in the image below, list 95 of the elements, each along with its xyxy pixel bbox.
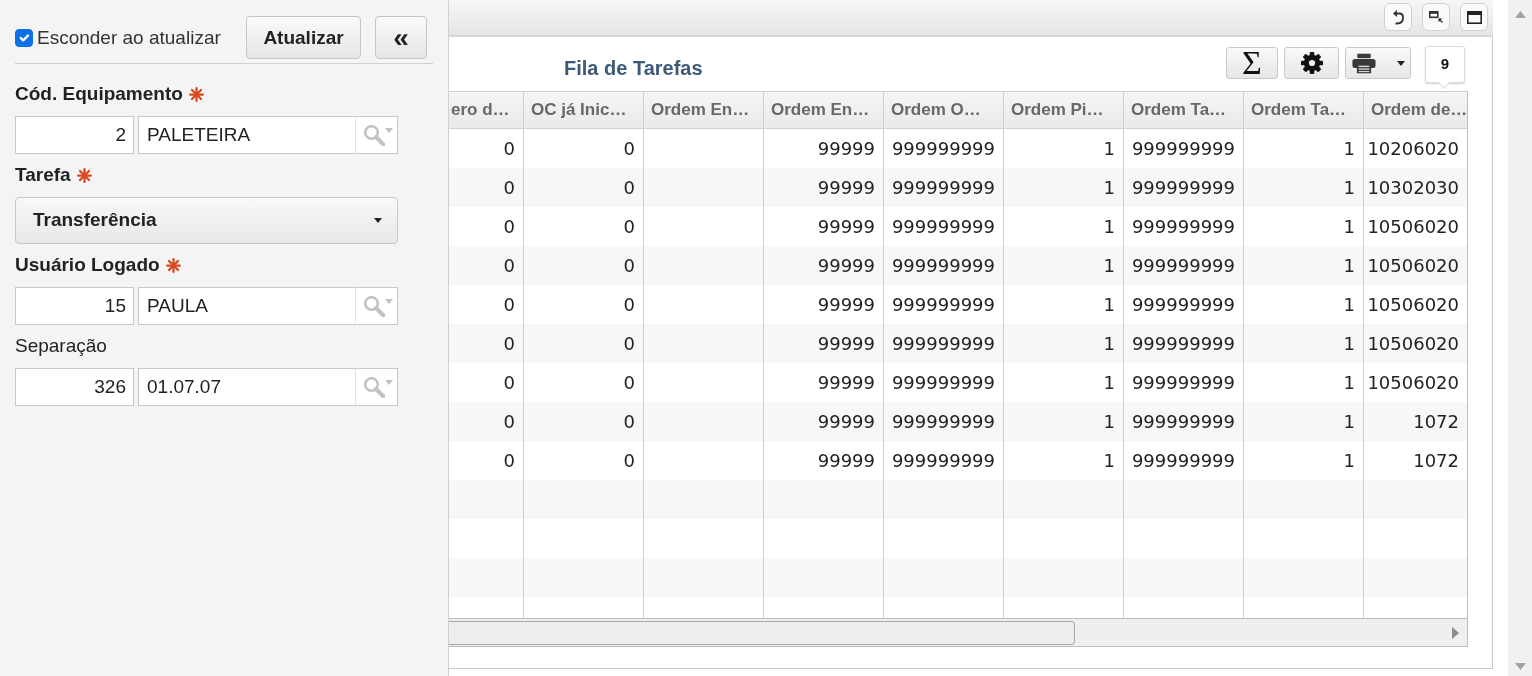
window-arrow-icon bbox=[1429, 11, 1443, 23]
table-cell-text: 10506020 bbox=[1366, 254, 1460, 278]
scroll-down-arrow-icon[interactable] bbox=[1514, 663, 1526, 670]
search-icon bbox=[362, 295, 385, 317]
collapse-button[interactable]: « bbox=[375, 16, 427, 59]
table-cell-text: 1072 bbox=[1412, 449, 1460, 473]
detach-button[interactable] bbox=[1422, 3, 1450, 31]
table-cell: 1 bbox=[1244, 402, 1364, 441]
code-field[interactable]: 326 bbox=[15, 368, 134, 406]
settings-button[interactable] bbox=[1284, 47, 1339, 79]
sum-button[interactable]: Σ bbox=[1226, 47, 1278, 79]
column-header[interactable]: Ordem O… bbox=[884, 92, 1004, 128]
caret-icon bbox=[384, 299, 393, 304]
caret-icon bbox=[384, 380, 393, 385]
table-cell: 1 bbox=[1004, 246, 1124, 285]
table-cell-text: 10206020 bbox=[1366, 137, 1460, 161]
table-cell: 1 bbox=[1004, 402, 1124, 441]
table-cell: 0 bbox=[449, 246, 524, 285]
field-label: Cód. Equipamento bbox=[15, 83, 183, 105]
field-label: Separação bbox=[15, 335, 107, 357]
search-icon bbox=[362, 124, 385, 146]
table-row[interactable]: 0 0 99999 999999999 1 999999999 1 10302030 bbox=[449, 168, 1467, 207]
table-cell: 999999999 bbox=[884, 324, 1004, 363]
table-cell: 0 bbox=[449, 402, 524, 441]
refresh-button[interactable]: Atualizar bbox=[246, 16, 361, 59]
undo-button[interactable] bbox=[1384, 3, 1412, 31]
column-header[interactable]: Ordem Pi… bbox=[1004, 92, 1124, 128]
name-field[interactable]: PALETEIRA bbox=[138, 116, 355, 154]
table-cell: 0 bbox=[449, 168, 524, 207]
table-cell-text: 1072 bbox=[1412, 410, 1460, 434]
table-cell: 99999 bbox=[764, 324, 884, 363]
table-cell: 1 bbox=[1244, 168, 1364, 207]
curved-arrow-icon bbox=[1392, 9, 1404, 25]
name-field[interactable]: PAULA bbox=[138, 287, 355, 325]
table-row[interactable]: 0 0 99999 999999999 1 999999999 1 10506020 bbox=[449, 324, 1467, 363]
name-field[interactable]: 01.07.07 bbox=[138, 368, 355, 406]
table-cell: 99999 bbox=[764, 402, 884, 441]
column-header[interactable]: Ordem En… bbox=[764, 92, 884, 128]
lookup-button[interactable] bbox=[355, 368, 398, 406]
table-cell: 999999999 bbox=[1124, 168, 1244, 207]
column-header[interactable]: Ordem de… bbox=[1364, 92, 1467, 128]
table-cell-text: 10506020 bbox=[1366, 293, 1460, 317]
table-cell: 99999 bbox=[764, 246, 884, 285]
table-cell: 999999999 bbox=[884, 168, 1004, 207]
table-cell: 1 bbox=[1244, 246, 1364, 285]
column-header[interactable]: OC já Inic… bbox=[524, 92, 644, 128]
table-cell-text: 10506020 bbox=[1366, 215, 1460, 239]
caret-icon bbox=[384, 128, 393, 133]
table-cell: 1 bbox=[1004, 168, 1124, 207]
table-cell-text: 10302030 bbox=[1366, 176, 1460, 200]
vertical-scrollbar[interactable] bbox=[1508, 0, 1532, 676]
horizontal-scrollbar[interactable] bbox=[449, 618, 1467, 646]
table-cell: 999999999 bbox=[1124, 324, 1244, 363]
printer-icon bbox=[1352, 52, 1376, 74]
table-row[interactable]: 0 0 99999 999999999 1 999999999 1 1072 bbox=[449, 402, 1467, 441]
record-count-tooltip: 9 bbox=[1425, 46, 1465, 88]
print-button[interactable] bbox=[1345, 47, 1411, 79]
checkbox[interactable] bbox=[15, 28, 33, 47]
maximize-button[interactable] bbox=[1460, 3, 1488, 31]
table-cell-text: 10506020 bbox=[1366, 371, 1460, 395]
table-cell: 0 bbox=[524, 324, 644, 363]
column-header[interactable]: Ordem En… bbox=[644, 92, 764, 128]
column-header[interactable]: Ordem Ta… bbox=[1124, 92, 1244, 128]
table-cell: 0 bbox=[449, 324, 524, 363]
scroll-right-arrow-icon[interactable] bbox=[1452, 626, 1459, 639]
scrollbar-thumb[interactable] bbox=[449, 620, 1075, 645]
table-cell: 999999999 bbox=[1124, 402, 1244, 441]
table-cell: 0 bbox=[524, 168, 644, 207]
table-cell: 99999 bbox=[764, 168, 884, 207]
code-field[interactable]: 15 bbox=[15, 287, 134, 325]
table-cell: 999999999 bbox=[1124, 246, 1244, 285]
table-cell: 0 bbox=[524, 402, 644, 441]
column-header[interactable]: Ordem Ta… bbox=[1244, 92, 1364, 128]
settings-icon bbox=[1300, 52, 1323, 74]
column-header[interactable]: ero d… bbox=[449, 92, 524, 128]
caret-icon bbox=[1397, 60, 1405, 66]
table-cell: 0 bbox=[524, 246, 644, 285]
scroll-up-arrow-icon[interactable] bbox=[1514, 11, 1526, 18]
table-cell: 999999999 bbox=[884, 402, 1004, 441]
panel-title: Fila de Tarefas bbox=[564, 57, 703, 79]
table-cell: 1 bbox=[1004, 324, 1124, 363]
checkbox-label: Esconder ao atualizar bbox=[37, 26, 221, 49]
table-row[interactable]: 0 0 99999 999999999 1 999999999 1 10506020 bbox=[449, 246, 1467, 285]
field-label: Tarefa bbox=[15, 164, 71, 186]
code-field[interactable]: 2 bbox=[15, 116, 134, 154]
table-cell-text: 10506020 bbox=[1366, 332, 1460, 356]
lookup-button[interactable] bbox=[355, 287, 398, 325]
caret-icon bbox=[374, 218, 382, 223]
table-cell: 1 bbox=[1244, 324, 1364, 363]
table-cell: 999999999 bbox=[884, 246, 1004, 285]
search-icon bbox=[362, 376, 385, 398]
field-label: Usuário Logado bbox=[15, 254, 160, 276]
lookup-button[interactable] bbox=[355, 116, 398, 154]
maximize-icon bbox=[1466, 10, 1482, 24]
dropdown-button[interactable]: Transferência bbox=[15, 197, 398, 244]
